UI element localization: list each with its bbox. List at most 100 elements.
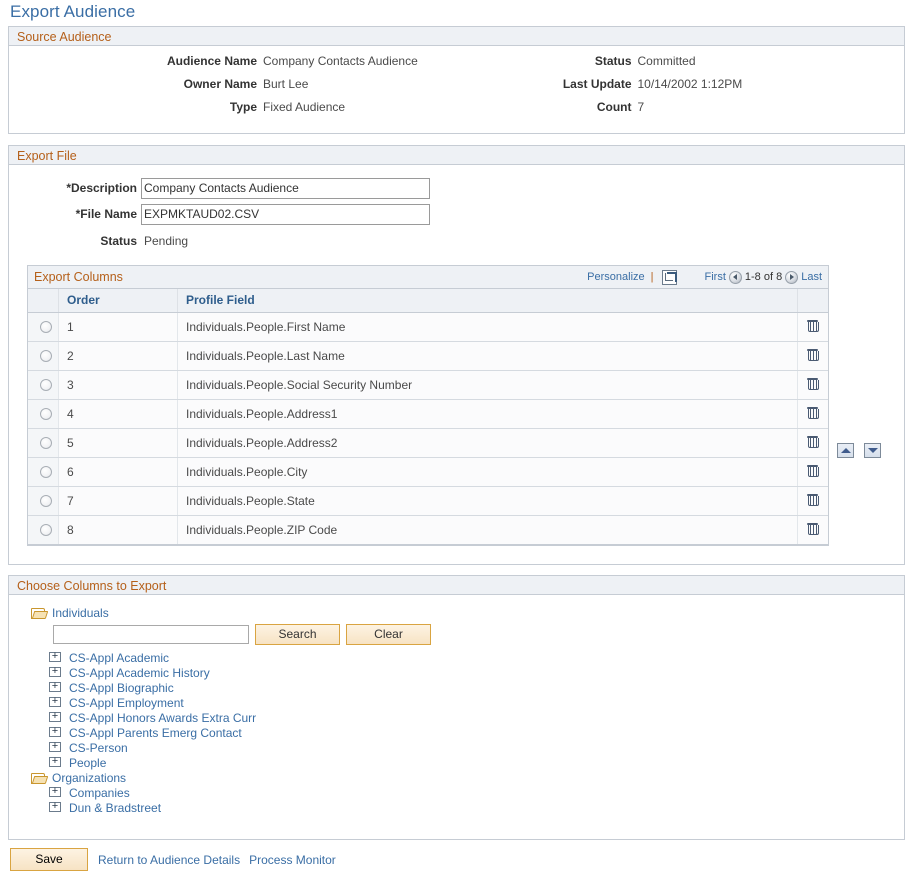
save-button[interactable]: Save (10, 848, 88, 871)
header-order: Order (59, 289, 178, 313)
table-row[interactable]: 6 Individuals.People.City (28, 458, 828, 487)
tree-node-label[interactable]: CS-Person (63, 741, 128, 755)
row-order: 7 (59, 487, 178, 516)
row-radio[interactable] (40, 437, 52, 449)
table-row[interactable]: 2 Individuals.People.Last Name (28, 342, 828, 371)
folder-plus-icon[interactable] (49, 697, 63, 709)
row-radio[interactable] (40, 379, 52, 391)
table-row[interactable]: 8 Individuals.People.ZIP Code (28, 516, 828, 545)
row-radio[interactable] (40, 408, 52, 420)
folder-plus-icon[interactable] (49, 802, 63, 814)
folder-plus-icon[interactable] (49, 787, 63, 799)
row-select-cell[interactable] (28, 313, 59, 342)
tree-node-cs-appl-employment[interactable]: CS-Appl Employment (31, 695, 904, 710)
table-row[interactable]: 5 Individuals.People.Address2 (28, 429, 828, 458)
folder-plus-icon[interactable] (49, 742, 63, 754)
first-link[interactable]: First (705, 271, 726, 283)
tree-node-cs-appl-parents[interactable]: CS-Appl Parents Emerg Contact (31, 725, 904, 740)
folder-open-icon (31, 607, 46, 619)
tree-node-label[interactable]: Organizations (46, 771, 126, 785)
trash-icon[interactable] (808, 522, 819, 535)
row-delete-cell[interactable] (798, 487, 829, 516)
table-row[interactable]: 7 Individuals.People.State (28, 487, 828, 516)
move-up-icon[interactable] (837, 443, 854, 458)
process-monitor-link[interactable]: Process Monitor (249, 853, 336, 867)
move-down-icon[interactable] (864, 443, 881, 458)
row-radio[interactable] (40, 524, 52, 536)
file-name-input[interactable] (141, 204, 430, 225)
next-arrow-icon[interactable] (785, 271, 798, 284)
table-row[interactable]: 3 Individuals.People.Social Security Num… (28, 371, 828, 400)
row-select-cell[interactable] (28, 342, 59, 371)
folder-plus-icon[interactable] (49, 727, 63, 739)
trash-icon[interactable] (808, 348, 819, 361)
tree-node-people[interactable]: People (31, 755, 904, 770)
tree-node-label[interactable]: CS-Appl Employment (63, 696, 184, 710)
description-input[interactable] (141, 178, 430, 199)
folder-plus-icon[interactable] (49, 682, 63, 694)
tree-node-label[interactable]: CS-Appl Parents Emerg Contact (63, 726, 242, 740)
tree-node-cs-appl-honors[interactable]: CS-Appl Honors Awards Extra Curr (31, 710, 904, 725)
row-select-cell[interactable] (28, 371, 59, 400)
folder-plus-icon[interactable] (49, 652, 63, 664)
row-delete-cell[interactable] (798, 429, 829, 458)
tree-node-label[interactable]: People (63, 756, 106, 770)
row-radio[interactable] (40, 350, 52, 362)
clear-button[interactable]: Clear (346, 624, 431, 645)
row-delete-cell[interactable] (798, 458, 829, 487)
trash-icon[interactable] (808, 435, 819, 448)
export-file-panel: Export File *Description *File Name Stat… (8, 145, 905, 565)
row-delete-cell[interactable] (798, 313, 829, 342)
tree-node-label[interactable]: Individuals (46, 606, 109, 620)
last-link[interactable]: Last (801, 271, 822, 283)
row-radio[interactable] (40, 495, 52, 507)
prev-arrow-icon[interactable] (729, 271, 742, 284)
table-row[interactable]: 1 Individuals.People.First Name (28, 313, 828, 342)
tree-node-label[interactable]: Dun & Bradstreet (63, 801, 161, 815)
tree-node-cs-person[interactable]: CS-Person (31, 740, 904, 755)
row-delete-cell[interactable] (798, 371, 829, 400)
tree-node-label[interactable]: CS-Appl Biographic (63, 681, 174, 695)
trash-icon[interactable] (808, 493, 819, 506)
expand-grid-icon[interactable] (662, 270, 677, 285)
tree-node-label[interactable]: CS-Appl Honors Awards Extra Curr (63, 711, 256, 725)
tree-node-individuals[interactable]: Individuals (31, 605, 904, 620)
tree-node-label[interactable]: CS-Appl Academic (63, 651, 169, 665)
field-label: Last Update (457, 77, 638, 91)
row-delete-cell[interactable] (798, 516, 829, 545)
trash-icon[interactable] (808, 319, 819, 332)
row-select-cell[interactable] (28, 429, 59, 458)
row-radio[interactable] (40, 466, 52, 478)
file-name-row: *File Name (9, 201, 904, 227)
field-label: Owner Name (9, 77, 263, 91)
table-row[interactable]: 4 Individuals.People.Address1 (28, 400, 828, 429)
row-select-cell[interactable] (28, 458, 59, 487)
row-delete-cell[interactable] (798, 400, 829, 429)
row-order: 5 (59, 429, 178, 458)
row-radio[interactable] (40, 321, 52, 333)
search-input[interactable] (53, 625, 249, 644)
tree-node-dun-bradstreet[interactable]: Dun & Bradstreet (31, 800, 904, 815)
row-select-cell[interactable] (28, 516, 59, 545)
tree-node-organizations[interactable]: Organizations (31, 770, 904, 785)
tree-node-cs-appl-academic[interactable]: CS-Appl Academic (31, 650, 904, 665)
tree-node-cs-appl-academic-history[interactable]: CS-Appl Academic History (31, 665, 904, 680)
trash-icon[interactable] (808, 464, 819, 477)
row-delete-cell[interactable] (798, 342, 829, 371)
row-select-cell[interactable] (28, 400, 59, 429)
search-button[interactable]: Search (255, 624, 340, 645)
tree-node-label[interactable]: Companies (63, 786, 130, 800)
header-profile-field: Profile Field (178, 289, 798, 313)
tree-node-label[interactable]: CS-Appl Academic History (63, 666, 210, 680)
trash-icon[interactable] (808, 377, 819, 390)
folder-plus-icon[interactable] (49, 667, 63, 679)
field-status: Status Committed (457, 54, 905, 77)
return-to-audience-details-link[interactable]: Return to Audience Details (98, 853, 240, 867)
folder-plus-icon[interactable] (49, 757, 63, 769)
personalize-link[interactable]: Personalize (587, 271, 644, 283)
tree-node-cs-appl-biographic[interactable]: CS-Appl Biographic (31, 680, 904, 695)
row-select-cell[interactable] (28, 487, 59, 516)
tree-node-companies[interactable]: Companies (31, 785, 904, 800)
trash-icon[interactable] (808, 406, 819, 419)
folder-plus-icon[interactable] (49, 712, 63, 724)
